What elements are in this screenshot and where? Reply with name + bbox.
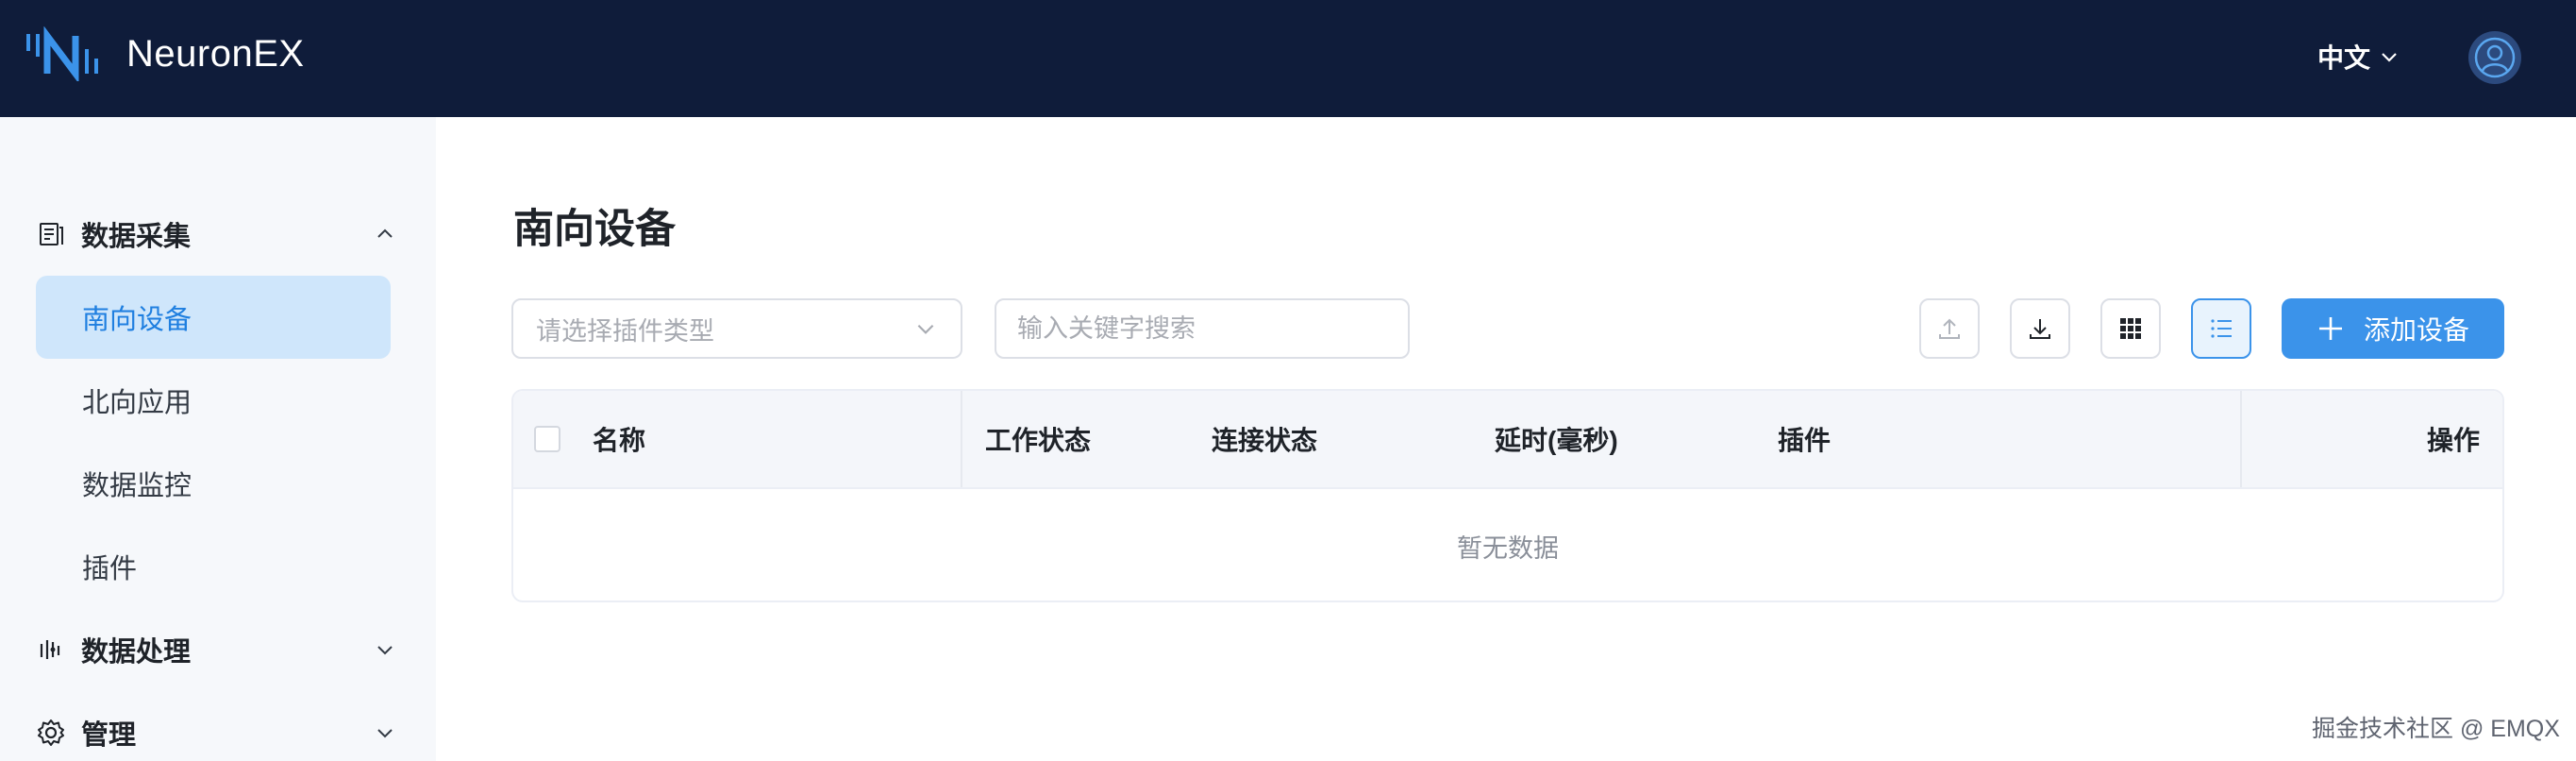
upload-icon — [1939, 318, 1960, 339]
chevron-down-icon — [377, 646, 393, 655]
search-input[interactable] — [995, 298, 1410, 359]
table-empty-text: 暂无数据 — [1457, 533, 1559, 563]
page-title: 南向设备 — [513, 207, 676, 252]
sidebar-item-plugins[interactable]: 插件 — [36, 525, 391, 608]
add-device-label: 添加设备 — [2363, 315, 2469, 345]
sidebar-item-label: 南向设备 — [82, 305, 192, 335]
sidebar-group-data-processing[interactable]: 数据处理 — [36, 621, 400, 678]
user-avatar[interactable] — [2468, 31, 2521, 84]
sidebar-group-management[interactable]: 管理 — [36, 704, 400, 761]
data-collection-icon — [40, 223, 63, 245]
column-divider — [2240, 391, 2242, 487]
column-header-connection-status[interactable]: 连接状态 — [1212, 391, 1317, 487]
plus-icon — [2318, 317, 2342, 340]
chevron-up-icon — [377, 228, 393, 238]
app-name: NeuronEX — [126, 32, 305, 75]
add-device-button[interactable]: 添加设备 — [2282, 298, 2504, 359]
sidebar-item-label: 北向应用 — [82, 388, 192, 418]
neuron-logo-icon — [26, 26, 98, 81]
logo[interactable]: NeuronEX — [25, 26, 305, 81]
plugin-type-placeholder: 请选择插件类型 — [536, 316, 714, 346]
column-header-name[interactable]: 名称 — [593, 391, 645, 487]
column-header-delay[interactable]: 延时(毫秒) — [1495, 391, 1618, 487]
sidebar-item-label: 数据监控 — [82, 471, 192, 501]
language-label: 中文 — [2317, 43, 2371, 73]
column-header-actions: 操作 — [2426, 426, 2480, 455]
chevron-down-icon — [2382, 53, 2397, 62]
grid-view-icon — [2120, 318, 2141, 339]
sidebar: 数据采集 南向设备 北向应用 数据监控 插件 数据处理 管理 — [0, 117, 436, 761]
sidebar-group-label: 数据采集 — [81, 222, 192, 252]
sidebar-item-north-apps[interactable]: 北向应用 — [36, 359, 391, 442]
import-button[interactable] — [1919, 298, 1980, 359]
sidebar-group-data-collection[interactable]: 数据采集 — [36, 206, 400, 262]
data-processing-icon — [40, 640, 60, 659]
devices-table: 名称 工作状态 连接状态 延时(毫秒) 插件 操作 暂无数据 — [511, 389, 2504, 602]
export-button[interactable] — [2010, 298, 2070, 359]
column-header-plugin[interactable]: 插件 — [1778, 391, 1831, 487]
select-all-checkbox[interactable] — [534, 426, 560, 452]
plugin-type-select[interactable]: 请选择插件类型 — [511, 298, 962, 359]
sidebar-group-label: 管理 — [81, 720, 137, 751]
table-header: 名称 工作状态 连接状态 延时(毫秒) 插件 操作 — [513, 391, 2502, 489]
chevron-down-icon — [377, 729, 393, 738]
column-header-work-status[interactable]: 工作状态 — [985, 391, 1091, 487]
language-switcher[interactable]: 中文 — [2317, 38, 2400, 76]
gear-icon — [38, 719, 64, 746]
sidebar-item-data-monitoring[interactable]: 数据监控 — [36, 442, 391, 525]
user-icon — [2474, 37, 2516, 78]
sidebar-item-south-devices[interactable]: 南向设备 — [36, 276, 391, 359]
download-icon — [2030, 319, 2050, 339]
watermark: 掘金技术社区 @ EMQX — [2312, 716, 2560, 742]
column-divider — [961, 391, 962, 487]
chevron-down-icon — [917, 324, 934, 334]
list-view-icon — [2211, 319, 2232, 338]
grid-view-button[interactable] — [2100, 298, 2161, 359]
top-header: NeuronEX 中文 — [0, 0, 2576, 117]
sidebar-group-label: 数据处理 — [81, 637, 192, 668]
sidebar-item-label: 插件 — [82, 554, 138, 584]
list-view-button[interactable] — [2191, 298, 2251, 359]
